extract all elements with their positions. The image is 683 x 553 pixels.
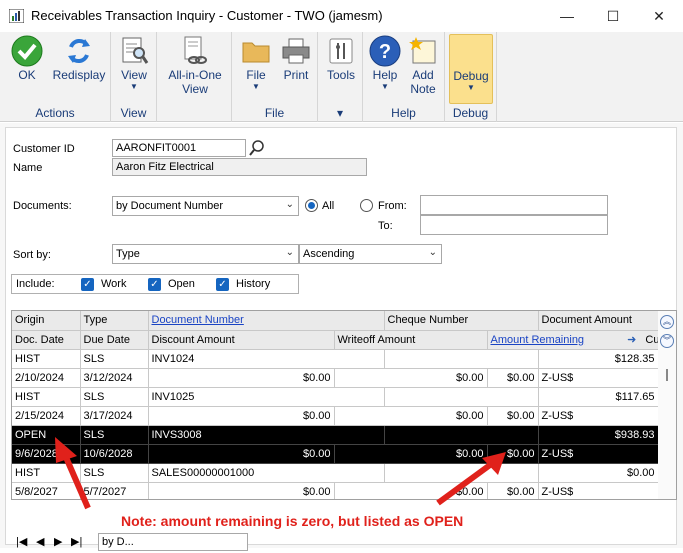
- arrow-to-remaining: [436, 452, 506, 506]
- annotation-note: Note: amount remaining is zero, but list…: [121, 513, 464, 529]
- arrow-to-origin: [55, 437, 91, 510]
- annotation-arrows: [55, 437, 506, 510]
